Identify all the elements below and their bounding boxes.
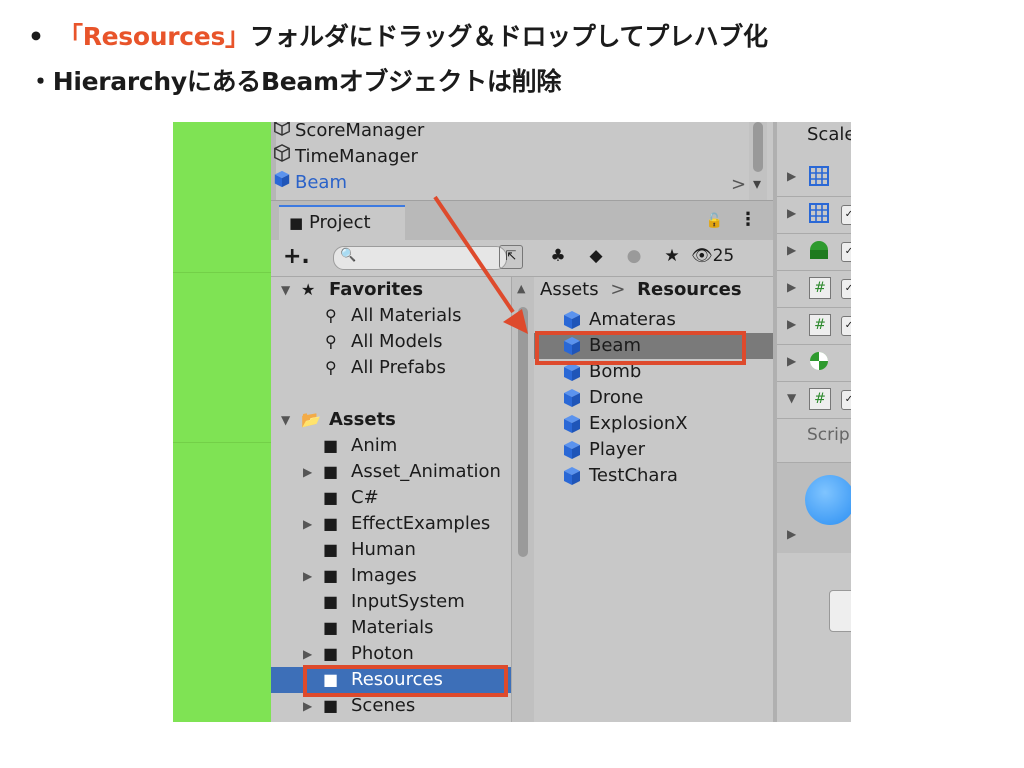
drag-arrow: [433, 195, 528, 334]
bullet-1-text: フォルダにドラッグ＆ドロップしてプレハブ化: [249, 22, 768, 51]
bullet-line-2: ・HierarchyにあるBeamオブジェクトは削除: [28, 62, 561, 98]
unity-editor-screenshot: > ▾ ScoreManager TimeManager Beam ■ Proje…: [173, 122, 851, 722]
bullet-dot: ・: [28, 67, 53, 96]
bullet-2-text: HierarchyにあるBeamオブジェクトは削除: [52, 67, 562, 96]
bullet-dot: •: [28, 22, 44, 51]
resources-highlight-text: 「Resources」: [58, 22, 250, 51]
bullet-line-1: • 「Resources」フォルダにドラッグ＆ドロップしてプレハブ化: [28, 17, 768, 53]
